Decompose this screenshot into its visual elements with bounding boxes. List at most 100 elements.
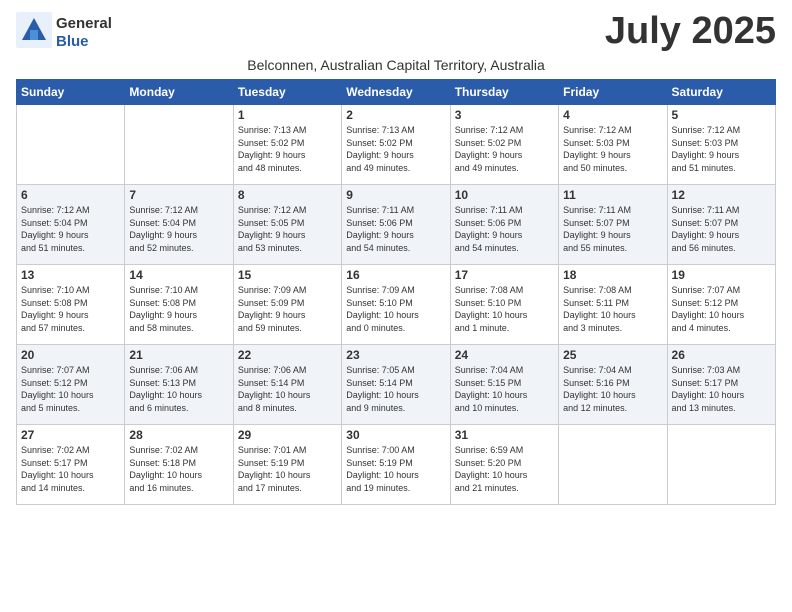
- day-number: 3: [455, 108, 554, 122]
- cell-content: Sunrise: 7:12 AM Sunset: 5:05 PM Dayligh…: [238, 204, 337, 254]
- calendar-cell: 24 Sunrise: 7:04 AM Sunset: 5:15 PM Dayli…: [450, 345, 558, 425]
- calendar-cell: 20 Sunrise: 7:07 AM Sunset: 5:12 PM Dayli…: [17, 345, 125, 425]
- calendar-cell: 8 Sunrise: 7:12 AM Sunset: 5:05 PM Daylig…: [233, 185, 341, 265]
- col-monday: Monday: [125, 80, 233, 105]
- calendar-cell: 6 Sunrise: 7:12 AM Sunset: 5:04 PM Daylig…: [17, 185, 125, 265]
- day-number: 4: [563, 108, 662, 122]
- cell-content: Sunrise: 7:06 AM Sunset: 5:14 PM Dayligh…: [238, 364, 337, 414]
- calendar-cell: 12Sunrise: 7:11 AM Sunset: 5:07 PM Dayli…: [667, 185, 775, 265]
- day-number: 13: [21, 268, 120, 282]
- col-sunday: Sunday: [17, 80, 125, 105]
- calendar-cell: 14Sunrise: 7:10 AM Sunset: 5:08 PM Dayli…: [125, 265, 233, 345]
- day-number: 5: [672, 108, 771, 122]
- calendar-cell: 7 Sunrise: 7:12 AM Sunset: 5:04 PM Daylig…: [125, 185, 233, 265]
- calendar-cell: 1 Sunrise: 7:13 AM Sunset: 5:02 PM Daylig…: [233, 105, 341, 185]
- calendar-cell: 19 Sunrise: 7:07 AM Sunset: 5:12 PM Dayli…: [667, 265, 775, 345]
- week-row-4: 20 Sunrise: 7:07 AM Sunset: 5:12 PM Dayli…: [17, 345, 776, 425]
- logo-general: General: [56, 15, 112, 32]
- calendar-table: Sunday Monday Tuesday Wednesday Thursday…: [16, 79, 776, 505]
- cell-content: Sunrise: 7:09 AM Sunset: 5:10 PM Dayligh…: [346, 284, 445, 334]
- calendar-cell: 13 Sunrise: 7:10 AM Sunset: 5:08 PM Dayli…: [17, 265, 125, 345]
- header: General Blue July 2025: [16, 12, 776, 53]
- logo-text: General Blue: [56, 15, 112, 51]
- calendar-cell: 26Sunrise: 7:03 AM Sunset: 5:17 PM Dayli…: [667, 345, 775, 425]
- week-row-5: 27Sunrise: 7:02 AM Sunset: 5:17 PM Dayli…: [17, 425, 776, 505]
- calendar-cell: 25 Sunrise: 7:04 AM Sunset: 5:16 PM Dayli…: [559, 345, 667, 425]
- cell-content: Sunrise: 7:08 AM Sunset: 5:11 PM Dayligh…: [563, 284, 662, 334]
- day-number: 28: [129, 428, 228, 442]
- cell-content: Sunrise: 7:04 AM Sunset: 5:15 PM Dayligh…: [455, 364, 554, 414]
- calendar-cell: [125, 105, 233, 185]
- calendar-cell: 4 Sunrise: 7:12 AM Sunset: 5:03 PM Daylig…: [559, 105, 667, 185]
- cell-content: Sunrise: 7:12 AM Sunset: 5:03 PM Dayligh…: [672, 124, 771, 174]
- col-thursday: Thursday: [450, 80, 558, 105]
- day-number: 12: [672, 188, 771, 202]
- day-number: 20: [21, 348, 120, 362]
- calendar-cell: 5 Sunrise: 7:12 AM Sunset: 5:03 PM Daylig…: [667, 105, 775, 185]
- col-tuesday: Tuesday: [233, 80, 341, 105]
- day-number: 23: [346, 348, 445, 362]
- cell-content: Sunrise: 7:07 AM Sunset: 5:12 PM Dayligh…: [21, 364, 120, 414]
- cell-content: Sunrise: 7:05 AM Sunset: 5:14 PM Dayligh…: [346, 364, 445, 414]
- calendar-cell: 30 Sunrise: 7:00 AM Sunset: 5:19 PM Dayli…: [342, 425, 450, 505]
- cell-content: Sunrise: 7:02 AM Sunset: 5:18 PM Dayligh…: [129, 444, 228, 494]
- subtitle: Belconnen, Australian Capital Territory,…: [16, 57, 776, 73]
- day-number: 8: [238, 188, 337, 202]
- day-number: 14: [129, 268, 228, 282]
- day-number: 1: [238, 108, 337, 122]
- day-number: 6: [21, 188, 120, 202]
- calendar-cell: 15 Sunrise: 7:09 AM Sunset: 5:09 PM Dayli…: [233, 265, 341, 345]
- cell-content: Sunrise: 7:11 AM Sunset: 5:06 PM Dayligh…: [455, 204, 554, 254]
- day-number: 26: [672, 348, 771, 362]
- day-number: 22: [238, 348, 337, 362]
- day-number: 19: [672, 268, 771, 282]
- page: General Blue July 2025 Belconnen, Austra…: [0, 0, 792, 513]
- cell-content: Sunrise: 7:12 AM Sunset: 5:04 PM Dayligh…: [129, 204, 228, 254]
- day-number: 21: [129, 348, 228, 362]
- calendar-cell: 3 Sunrise: 7:12 AM Sunset: 5:02 PM Daylig…: [450, 105, 558, 185]
- calendar-cell: [17, 105, 125, 185]
- day-number: 10: [455, 188, 554, 202]
- day-number: 7: [129, 188, 228, 202]
- calendar-cell: 16 Sunrise: 7:09 AM Sunset: 5:10 PM Dayli…: [342, 265, 450, 345]
- calendar-cell: 11Sunrise: 7:11 AM Sunset: 5:07 PM Dayli…: [559, 185, 667, 265]
- calendar-cell: [559, 425, 667, 505]
- calendar-cell: 29 Sunrise: 7:01 AM Sunset: 5:19 PM Dayli…: [233, 425, 341, 505]
- day-number: 29: [238, 428, 337, 442]
- calendar-cell: 18 Sunrise: 7:08 AM Sunset: 5:11 PM Dayli…: [559, 265, 667, 345]
- cell-content: Sunrise: 7:12 AM Sunset: 5:04 PM Dayligh…: [21, 204, 120, 254]
- header-row: Sunday Monday Tuesday Wednesday Thursday…: [17, 80, 776, 105]
- cell-content: Sunrise: 7:10 AM Sunset: 5:08 PM Dayligh…: [21, 284, 120, 334]
- col-friday: Friday: [559, 80, 667, 105]
- calendar-cell: 9Sunrise: 7:11 AM Sunset: 5:06 PM Daylig…: [342, 185, 450, 265]
- cell-content: Sunrise: 7:12 AM Sunset: 5:02 PM Dayligh…: [455, 124, 554, 174]
- cell-content: Sunrise: 7:13 AM Sunset: 5:02 PM Dayligh…: [346, 124, 445, 174]
- day-number: 30: [346, 428, 445, 442]
- day-number: 18: [563, 268, 662, 282]
- cell-content: Sunrise: 7:00 AM Sunset: 5:19 PM Dayligh…: [346, 444, 445, 494]
- calendar-cell: 17Sunrise: 7:08 AM Sunset: 5:10 PM Dayli…: [450, 265, 558, 345]
- calendar-cell: 10 Sunrise: 7:11 AM Sunset: 5:06 PM Dayli…: [450, 185, 558, 265]
- calendar-cell: 28 Sunrise: 7:02 AM Sunset: 5:18 PM Dayli…: [125, 425, 233, 505]
- week-row-2: 6 Sunrise: 7:12 AM Sunset: 5:04 PM Daylig…: [17, 185, 776, 265]
- week-row-1: 1 Sunrise: 7:13 AM Sunset: 5:02 PM Daylig…: [17, 105, 776, 185]
- logo: General Blue: [16, 12, 112, 53]
- cell-content: Sunrise: 7:13 AM Sunset: 5:02 PM Dayligh…: [238, 124, 337, 174]
- calendar-cell: [667, 425, 775, 505]
- day-number: 25: [563, 348, 662, 362]
- logo-graphic: [16, 12, 52, 53]
- cell-content: Sunrise: 7:07 AM Sunset: 5:12 PM Dayligh…: [672, 284, 771, 334]
- cell-content: Sunrise: 7:11 AM Sunset: 5:06 PM Dayligh…: [346, 204, 445, 254]
- day-number: 15: [238, 268, 337, 282]
- cell-content: Sunrise: 7:09 AM Sunset: 5:09 PM Dayligh…: [238, 284, 337, 334]
- calendar-cell: 2Sunrise: 7:13 AM Sunset: 5:02 PM Daylig…: [342, 105, 450, 185]
- cell-content: Sunrise: 7:01 AM Sunset: 5:19 PM Dayligh…: [238, 444, 337, 494]
- cell-content: Sunrise: 7:12 AM Sunset: 5:03 PM Dayligh…: [563, 124, 662, 174]
- day-number: 24: [455, 348, 554, 362]
- day-number: 27: [21, 428, 120, 442]
- day-number: 17: [455, 268, 554, 282]
- logo-blue: Blue: [56, 33, 89, 50]
- day-number: 16: [346, 268, 445, 282]
- cell-content: Sunrise: 7:06 AM Sunset: 5:13 PM Dayligh…: [129, 364, 228, 414]
- cell-content: Sunrise: 7:04 AM Sunset: 5:16 PM Dayligh…: [563, 364, 662, 414]
